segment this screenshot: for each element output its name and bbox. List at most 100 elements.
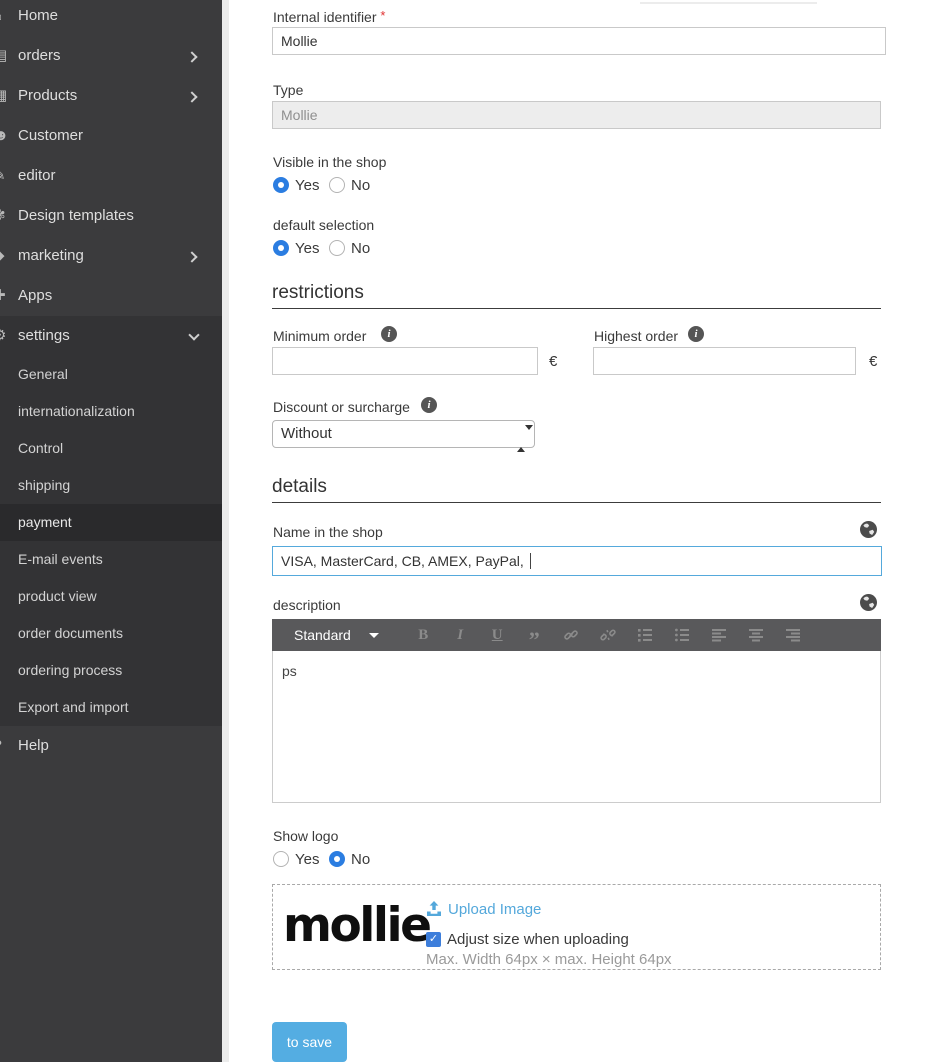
default-no-radio[interactable] (329, 240, 345, 256)
visible-yes-radio[interactable] (273, 177, 289, 193)
rte-paragraph-style-dropdown[interactable]: Standard (294, 627, 379, 643)
chevron-right-icon (186, 251, 197, 262)
minimum-order-label: Minimum order (273, 328, 366, 344)
mollie-logo: mollie (283, 898, 429, 953)
default-yes-radio[interactable] (273, 240, 289, 256)
ordered-list-icon[interactable] (627, 619, 664, 651)
blockquote-icon[interactable]: ” (516, 619, 553, 651)
sidebar-item-help[interactable]: ? Help (0, 726, 222, 766)
products-icon: ▦ (0, 76, 13, 116)
sidebar-item-label: Customer (18, 116, 83, 156)
info-icon[interactable]: i (688, 326, 704, 342)
adjust-size-checkbox[interactable]: ✓ (426, 932, 441, 947)
adjust-size-label: Adjust size when uploading (447, 931, 629, 948)
unlink-icon[interactable] (590, 619, 627, 651)
sidebar-item-internationalization[interactable]: internationalization (0, 393, 222, 430)
show-logo-no-radio[interactable] (329, 851, 345, 867)
sidebar-item-apps[interactable]: ✚ Apps (0, 276, 222, 316)
highest-order-currency: € (869, 353, 877, 370)
default-no-label: No (351, 240, 370, 257)
align-center-icon[interactable] (738, 619, 775, 651)
customer-icon: ☻ (0, 116, 13, 156)
chevron-right-icon (186, 51, 197, 62)
submenu-label: E-mail events (18, 541, 103, 578)
submenu-label: order documents (18, 615, 123, 652)
home-icon: ⌂ (0, 0, 13, 36)
submenu-label: product view (18, 578, 97, 615)
chevron-right-icon (186, 91, 197, 102)
sidebar-item-ordering-process[interactable]: ordering process (0, 652, 222, 689)
sidebar-item-export-import[interactable]: Export and import (0, 689, 222, 726)
rte-style-value: Standard (294, 627, 351, 643)
visible-no-radio[interactable] (329, 177, 345, 193)
sidebar-edge-strip (222, 0, 229, 1062)
submenu-label: payment (18, 504, 72, 541)
sidebar-item-shipping[interactable]: shipping (0, 467, 222, 504)
link-icon[interactable] (553, 619, 590, 651)
bold-icon[interactable]: B (405, 619, 442, 651)
sidebar-item-label: Apps (18, 276, 52, 316)
align-left-icon[interactable] (701, 619, 738, 651)
visible-no-label: No (351, 177, 370, 194)
size-hint-text: Max. Width 64px × max. Height 64px (426, 951, 672, 968)
sidebar-item-editor[interactable]: ✎ editor (0, 156, 222, 196)
sidebar-item-home[interactable]: ⌂ Home (0, 0, 222, 36)
sidebar-item-settings[interactable]: ⚙ settings (0, 316, 222, 356)
details-heading: details (272, 476, 327, 498)
chevron-down-icon (188, 329, 199, 340)
name-in-shop-input[interactable]: VISA, MasterCard, CB, AMEX, PayPal, (272, 546, 882, 576)
sidebar-item-label: orders (18, 36, 61, 76)
discount-surcharge-select[interactable]: Without (272, 420, 535, 448)
sidebar-item-label: marketing (18, 236, 84, 276)
visible-yes-label: Yes (295, 177, 319, 194)
sidebar-item-control[interactable]: Control (0, 430, 222, 467)
submenu-label: General (18, 356, 68, 393)
sidebar-item-products[interactable]: ▦ Products (0, 76, 222, 116)
visible-in-shop-label: Visible in the shop (273, 154, 386, 170)
info-icon[interactable]: i (381, 326, 397, 342)
globe-icon[interactable] (860, 594, 877, 611)
sidebar-item-product-view[interactable]: product view (0, 578, 222, 615)
select-spinner-icon (517, 426, 525, 452)
internal-identifier-input[interactable] (272, 27, 886, 55)
upload-image-link[interactable]: Upload Image (448, 901, 541, 918)
sidebar-item-email-events[interactable]: E-mail events (0, 541, 222, 578)
save-button[interactable]: to save (272, 1022, 347, 1062)
minimum-order-input[interactable] (272, 347, 538, 375)
editor-icon: ✎ (0, 156, 13, 196)
description-label: description (273, 597, 341, 613)
sidebar-item-general[interactable]: General (0, 356, 222, 393)
section-divider (272, 502, 881, 503)
sidebar-item-marketing[interactable]: ◆ marketing (0, 236, 222, 276)
show-logo-label: Show logo (273, 828, 338, 844)
upload-icon (426, 901, 442, 917)
sidebar-item-payment[interactable]: payment (0, 504, 222, 541)
marketing-icon: ◆ (0, 236, 13, 276)
align-right-icon[interactable] (775, 619, 812, 651)
underline-icon[interactable]: U (479, 619, 516, 651)
italic-icon[interactable]: I (442, 619, 479, 651)
sidebar-item-label: Products (18, 76, 77, 116)
info-icon[interactable]: i (421, 397, 437, 413)
sidebar-item-label: editor (18, 156, 56, 196)
discount-surcharge-label: Discount or surcharge (273, 399, 410, 415)
globe-icon[interactable] (860, 521, 877, 538)
description-editor-body[interactable]: ps (272, 651, 881, 803)
highest-order-input[interactable] (593, 347, 856, 375)
sidebar-item-customer[interactable]: ☻ Customer (0, 116, 222, 156)
sidebar-item-label: settings (18, 316, 70, 356)
show-logo-yes-label: Yes (295, 851, 319, 868)
show-logo-yes-radio[interactable] (273, 851, 289, 867)
submenu-label: internationalization (18, 393, 135, 430)
submenu-label: ordering process (18, 652, 122, 689)
sidebar-item-label: Help (18, 726, 49, 766)
help-icon: ? (0, 726, 13, 766)
sidebar-item-order-documents[interactable]: order documents (0, 615, 222, 652)
sidebar-item-orders[interactable]: ▤ orders (0, 36, 222, 76)
type-input (272, 101, 881, 129)
sidebar-item-design-templates[interactable]: ✾ Design templates (0, 196, 222, 236)
internal-identifier-label: Internal identifier * (273, 8, 385, 25)
input-text: VISA, MasterCard, CB, AMEX, PayPal, (281, 553, 528, 569)
unordered-list-icon[interactable] (664, 619, 701, 651)
submenu-label: Control (18, 430, 63, 467)
